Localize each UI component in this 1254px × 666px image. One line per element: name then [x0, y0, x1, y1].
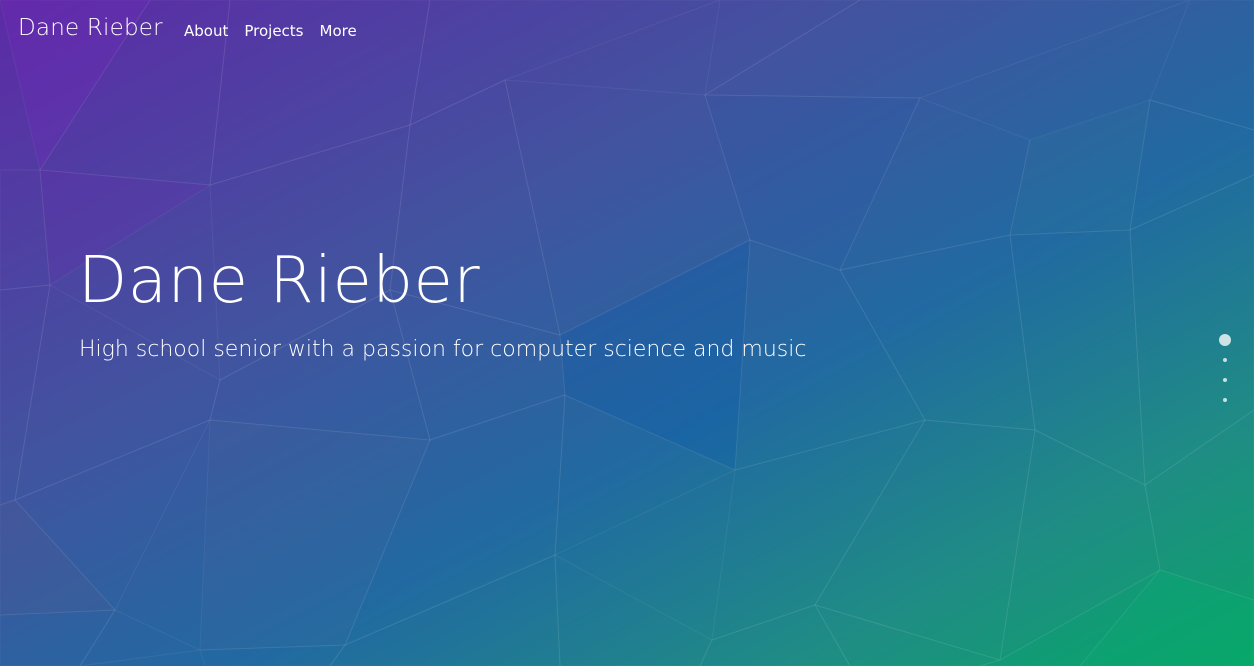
- nav-link-projects[interactable]: Projects: [244, 22, 303, 40]
- top-nav: Dane Rieber About Projects More: [0, 0, 1254, 64]
- page: Dane Rieber About Projects More Dane Rie…: [0, 0, 1254, 666]
- pager-dot-2[interactable]: [1223, 358, 1227, 362]
- brand-link[interactable]: Dane Rieber: [18, 15, 163, 41]
- nav-link-more[interactable]: More: [320, 22, 357, 40]
- section-pager: [1212, 332, 1238, 408]
- nav-link-about[interactable]: About: [184, 22, 228, 40]
- low-poly-background: [0, 0, 1254, 666]
- hero-subtitle: High school senior with a passion for co…: [79, 337, 807, 362]
- pager-dot-4[interactable]: [1223, 398, 1227, 402]
- pager-dot-1[interactable]: [1219, 334, 1231, 346]
- nav-links: About Projects More: [184, 22, 357, 40]
- pager-dot-3[interactable]: [1223, 378, 1227, 382]
- hero-title: Dane Rieber: [78, 244, 481, 318]
